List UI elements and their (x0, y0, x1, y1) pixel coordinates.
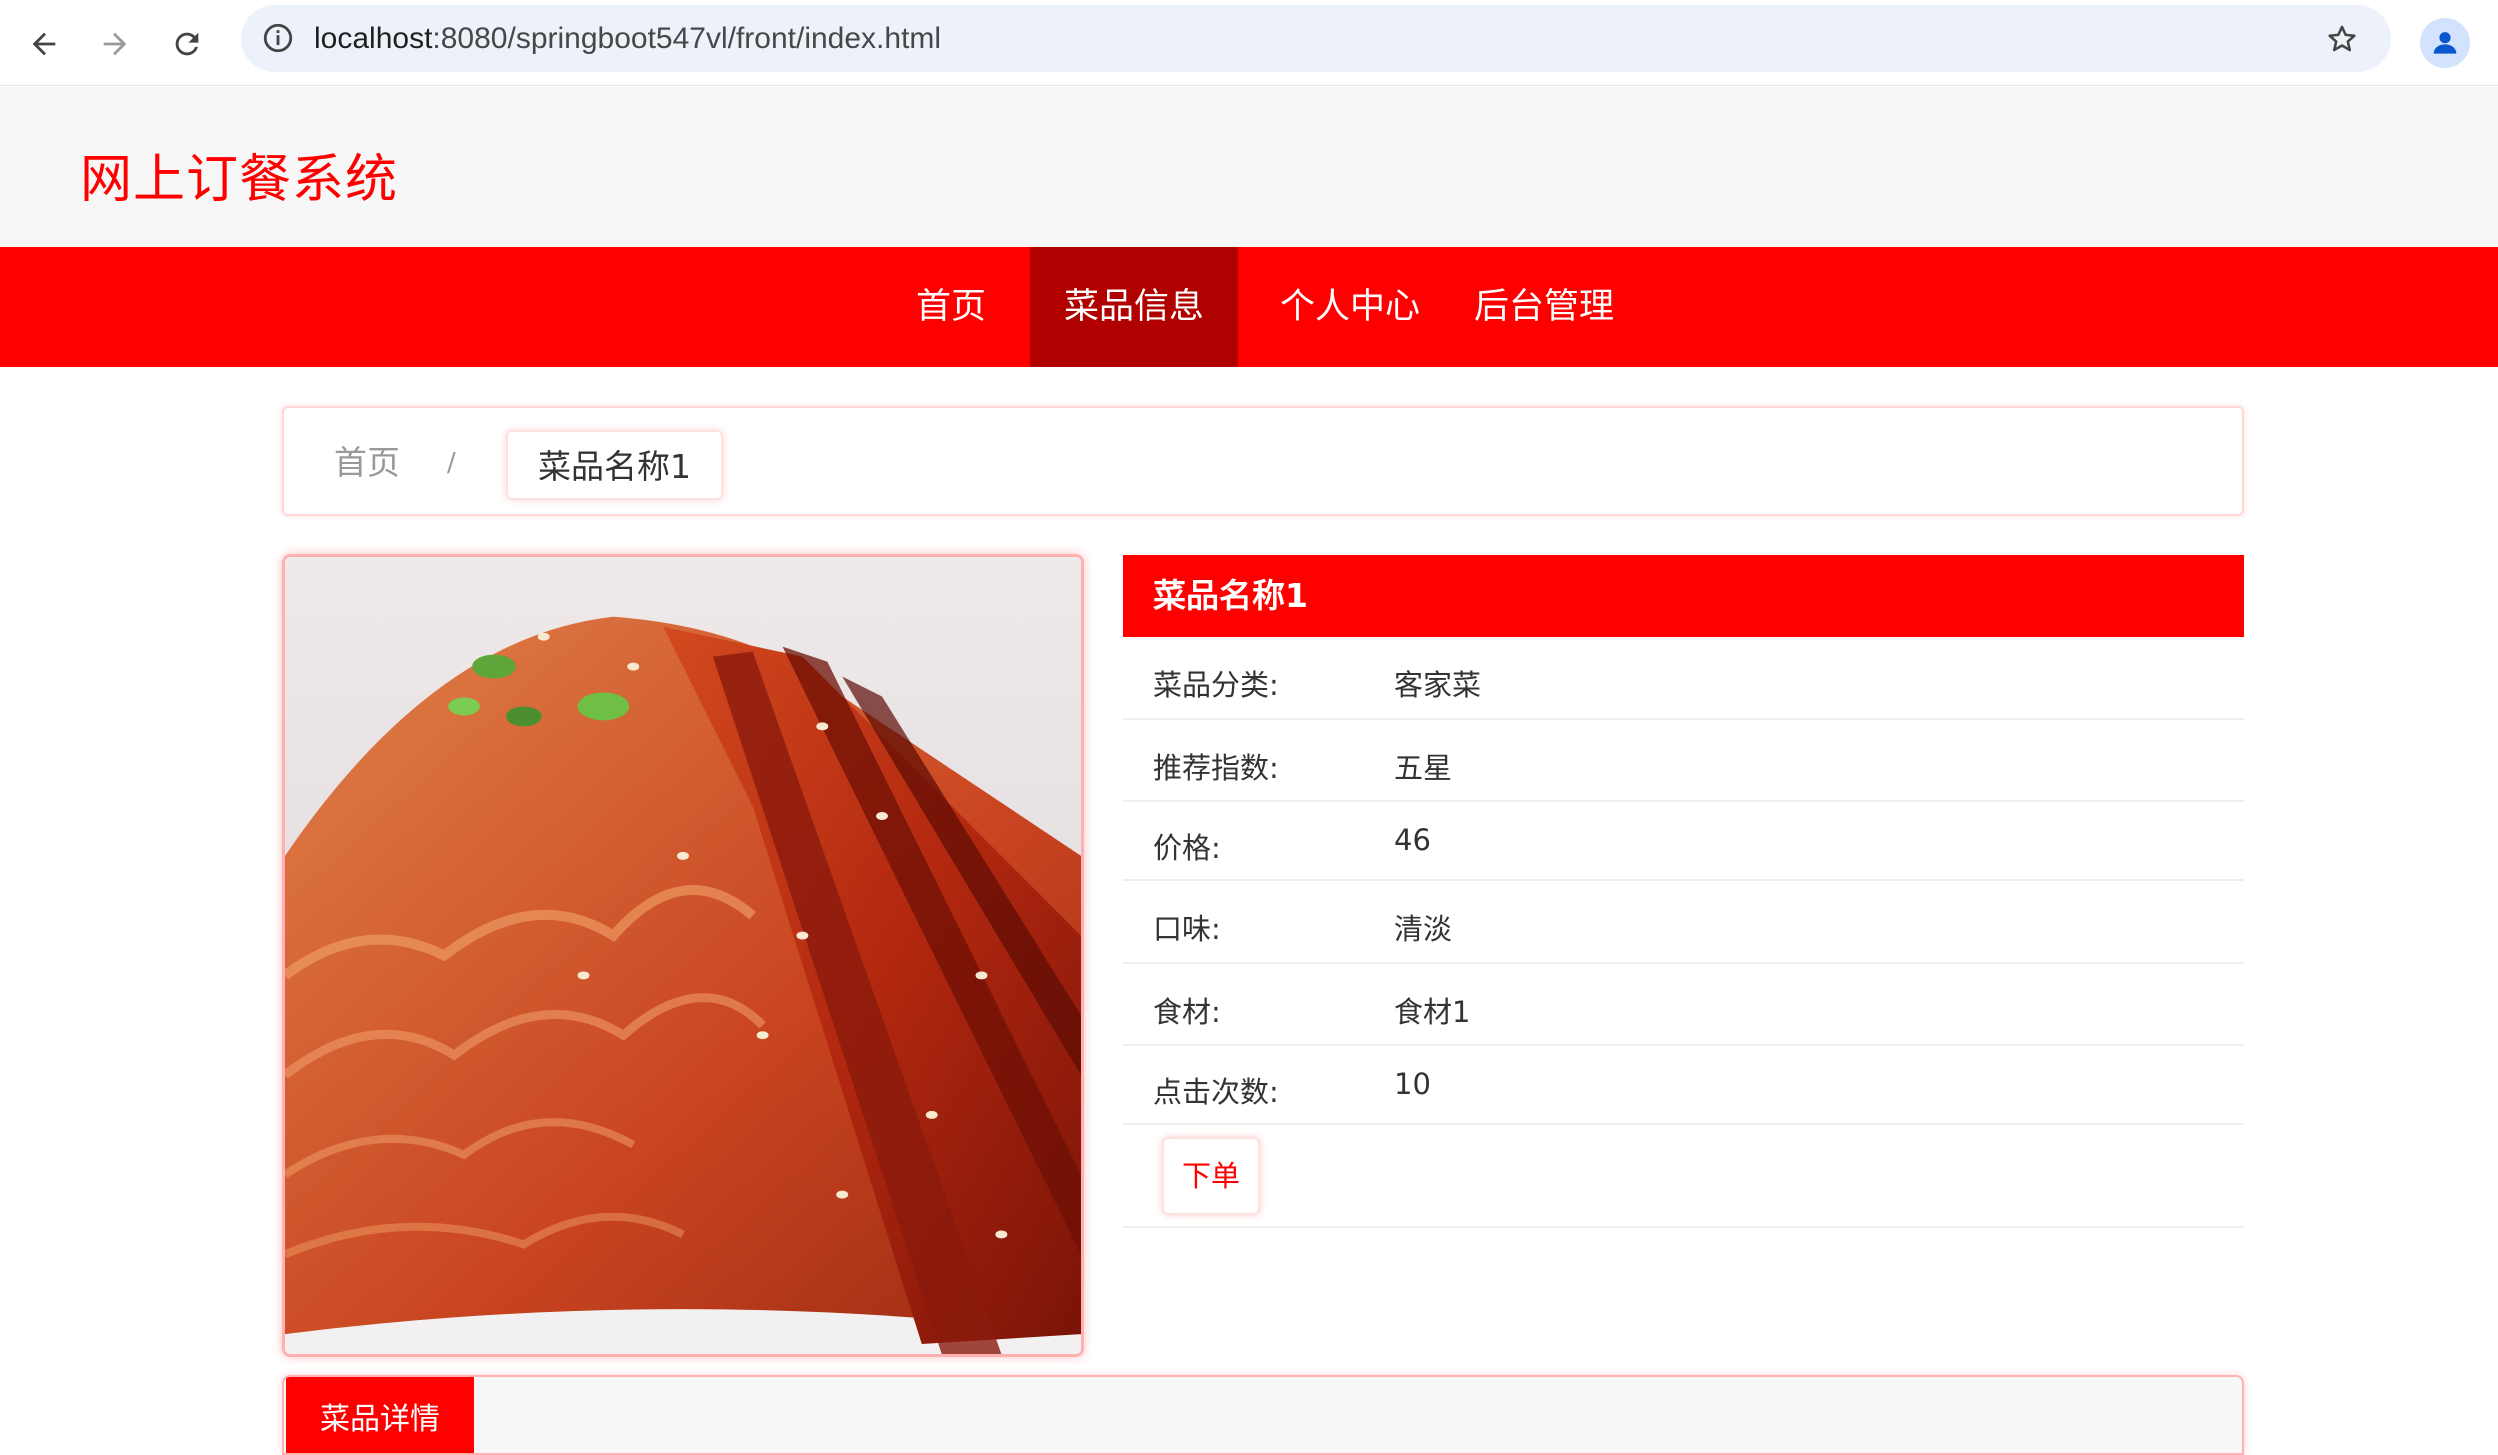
nav-item-profile[interactable]: 个人中心 (1266, 247, 1434, 367)
person-icon (2433, 32, 2457, 54)
detail-row-category: 菜品分类: 客家菜 (1123, 637, 2244, 720)
main-nav: 首页 菜品信息 个人中心 后台管理 (0, 247, 2498, 367)
browser-toolbar: localhost:8080/springboot547vl/front/ind… (0, 0, 2498, 86)
category-value: 客家菜 (1394, 668, 1482, 702)
order-button[interactable]: 下单 (1162, 1137, 1260, 1215)
detail-row-clicks: 点击次数: 10 (1123, 1046, 2244, 1125)
breadcrumb-separator: / (447, 448, 456, 478)
url-host: localhost (314, 22, 433, 55)
clicks-label: 点击次数: (1153, 1075, 1279, 1109)
food-photo-icon (285, 557, 1081, 1354)
breadcrumb-current: 菜品名称1 (506, 430, 723, 500)
address-bar[interactable]: localhost:8080/springboot547vl/front/ind… (241, 5, 2391, 72)
arrow-right-icon (103, 32, 127, 56)
arrow-left-icon (32, 32, 56, 56)
rating-value: 五星 (1394, 751, 1453, 785)
reload-button[interactable] (160, 17, 214, 71)
site-header: 网上订餐系统 (0, 87, 2498, 247)
forward-button[interactable] (88, 17, 142, 71)
breadcrumb: 首页 / 菜品名称1 (282, 406, 2244, 516)
product-name: 菜品名称1 (1123, 555, 2244, 637)
detail-row-taste: 口味: 清淡 (1123, 881, 2244, 964)
profile-button[interactable] (2420, 18, 2470, 68)
back-button[interactable] (17, 17, 71, 71)
url-text: localhost:8080/springboot547vl/front/ind… (314, 5, 941, 72)
taste-value: 清淡 (1394, 912, 1453, 946)
order-row: 下单 (1123, 1125, 2244, 1228)
price-label: 价格: (1153, 831, 1221, 865)
url-path: :8080/springboot547vl/front/index.html (432, 22, 942, 55)
breadcrumb-home[interactable]: 首页 (334, 408, 400, 518)
nav-item-admin[interactable]: 后台管理 (1460, 247, 1628, 367)
ingredients-label: 食材: (1153, 995, 1221, 1029)
price-value: 46 (1394, 823, 1431, 857)
site-title: 网上订餐系统 (80, 150, 399, 210)
ingredients-value: 食材1 (1394, 995, 1471, 1029)
detail-tabs: 菜品详情 (282, 1375, 2244, 1455)
category-label: 菜品分类: (1153, 668, 1279, 702)
product-details: 菜品名称1 菜品分类: 客家菜 推荐指数: 五星 价格: 46 口味: 清淡 食… (1123, 555, 2244, 1228)
detail-row-ingredients: 食材: 食材1 (1123, 964, 2244, 1046)
detail-row-rating: 推荐指数: 五星 (1123, 720, 2244, 802)
product-image (282, 554, 1084, 1357)
taste-label: 口味: (1153, 912, 1221, 946)
nav-item-home[interactable]: 首页 (890, 247, 1012, 367)
nav-item-dishes[interactable]: 菜品信息 (1030, 247, 1238, 367)
rating-label: 推荐指数: (1153, 751, 1279, 785)
reload-icon (175, 32, 199, 56)
bookmark-star-icon[interactable] (2325, 22, 2359, 56)
clicks-value: 10 (1394, 1067, 1431, 1101)
site-info-icon[interactable] (261, 21, 295, 55)
detail-row-price: 价格: 46 (1123, 802, 2244, 881)
tab-dish-details[interactable]: 菜品详情 (286, 1377, 474, 1453)
